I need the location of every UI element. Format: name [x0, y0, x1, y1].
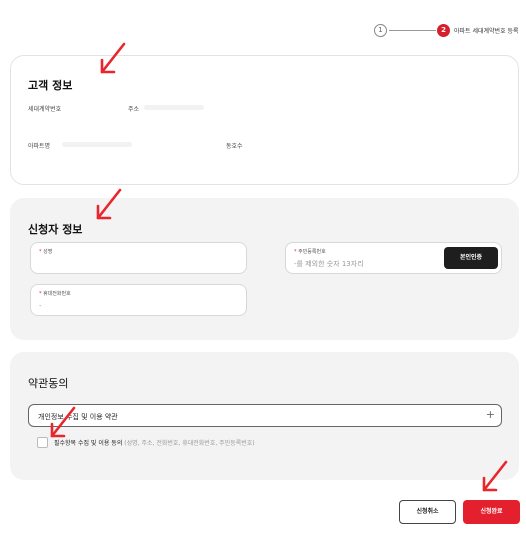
- expand-plus-icon[interactable]: +: [486, 409, 495, 421]
- resident-number-placeholder: -를 제외한 숫자 13자리: [294, 260, 364, 268]
- privacy-terms-row[interactable]: 개인정보 수집 및 이용 약관 +: [28, 404, 502, 427]
- phone-field-dash: -: [39, 302, 42, 310]
- customer-info-title: 고객 정보: [28, 79, 73, 92]
- required-mark: *: [294, 249, 297, 255]
- annotation-arrow-icon: [482, 460, 508, 492]
- contract-number-label: 세대계약번호: [28, 106, 62, 113]
- phone-label-text: 휴대전화번호: [43, 291, 71, 297]
- annotation-arrow-icon: [96, 188, 122, 220]
- customer-info-card: [10, 55, 519, 185]
- step-2-indicator: 2: [437, 24, 450, 37]
- required-mark: *: [39, 249, 42, 255]
- step-connector: [389, 30, 436, 31]
- cancel-application-button[interactable]: 신청취소: [399, 500, 456, 524]
- required-consent-label[interactable]: 필수항목 수집 및 이용 동의 (성명, 주소, 전화번호, 휴대전화번호, 주…: [54, 438, 255, 447]
- annotation-arrow-icon: [100, 42, 126, 74]
- progress-stepper: 1 2 아파트 세대계약번호 등록: [374, 24, 524, 38]
- step-2-label: 아파트 세대계약번호 등록: [454, 28, 519, 35]
- resident-number-label: * 주민등록번호: [294, 248, 326, 255]
- step-1-indicator: 1: [374, 24, 387, 37]
- annotation-arrow-icon: [50, 406, 76, 438]
- phone-field-label: * 휴대전화번호: [39, 290, 71, 297]
- required-mark: *: [39, 291, 42, 297]
- apartment-name-value-redacted: [62, 142, 132, 147]
- consent-items-note: (성명, 주소, 전화번호, 휴대전화번호, 주민등록번호): [124, 440, 255, 447]
- identity-verify-button[interactable]: 본인인증: [444, 247, 498, 269]
- name-label-text: 성명: [43, 249, 53, 255]
- address-label: 주소: [128, 106, 140, 113]
- name-field[interactable]: * 성명: [30, 242, 247, 274]
- terms-title: 약관동의: [28, 377, 69, 390]
- name-field-label: * 성명: [39, 248, 52, 255]
- address-value-redacted: [144, 105, 204, 110]
- phone-field[interactable]: * 휴대전화번호 -: [30, 284, 247, 316]
- resident-label-text: 주민등록번호: [298, 249, 326, 255]
- apartment-name-label: 아파트명: [28, 143, 51, 150]
- dong-ho-label: 동호수: [226, 143, 243, 150]
- complete-application-button[interactable]: 신청완료: [463, 500, 520, 524]
- applicant-info-title: 신청자 정보: [28, 223, 83, 236]
